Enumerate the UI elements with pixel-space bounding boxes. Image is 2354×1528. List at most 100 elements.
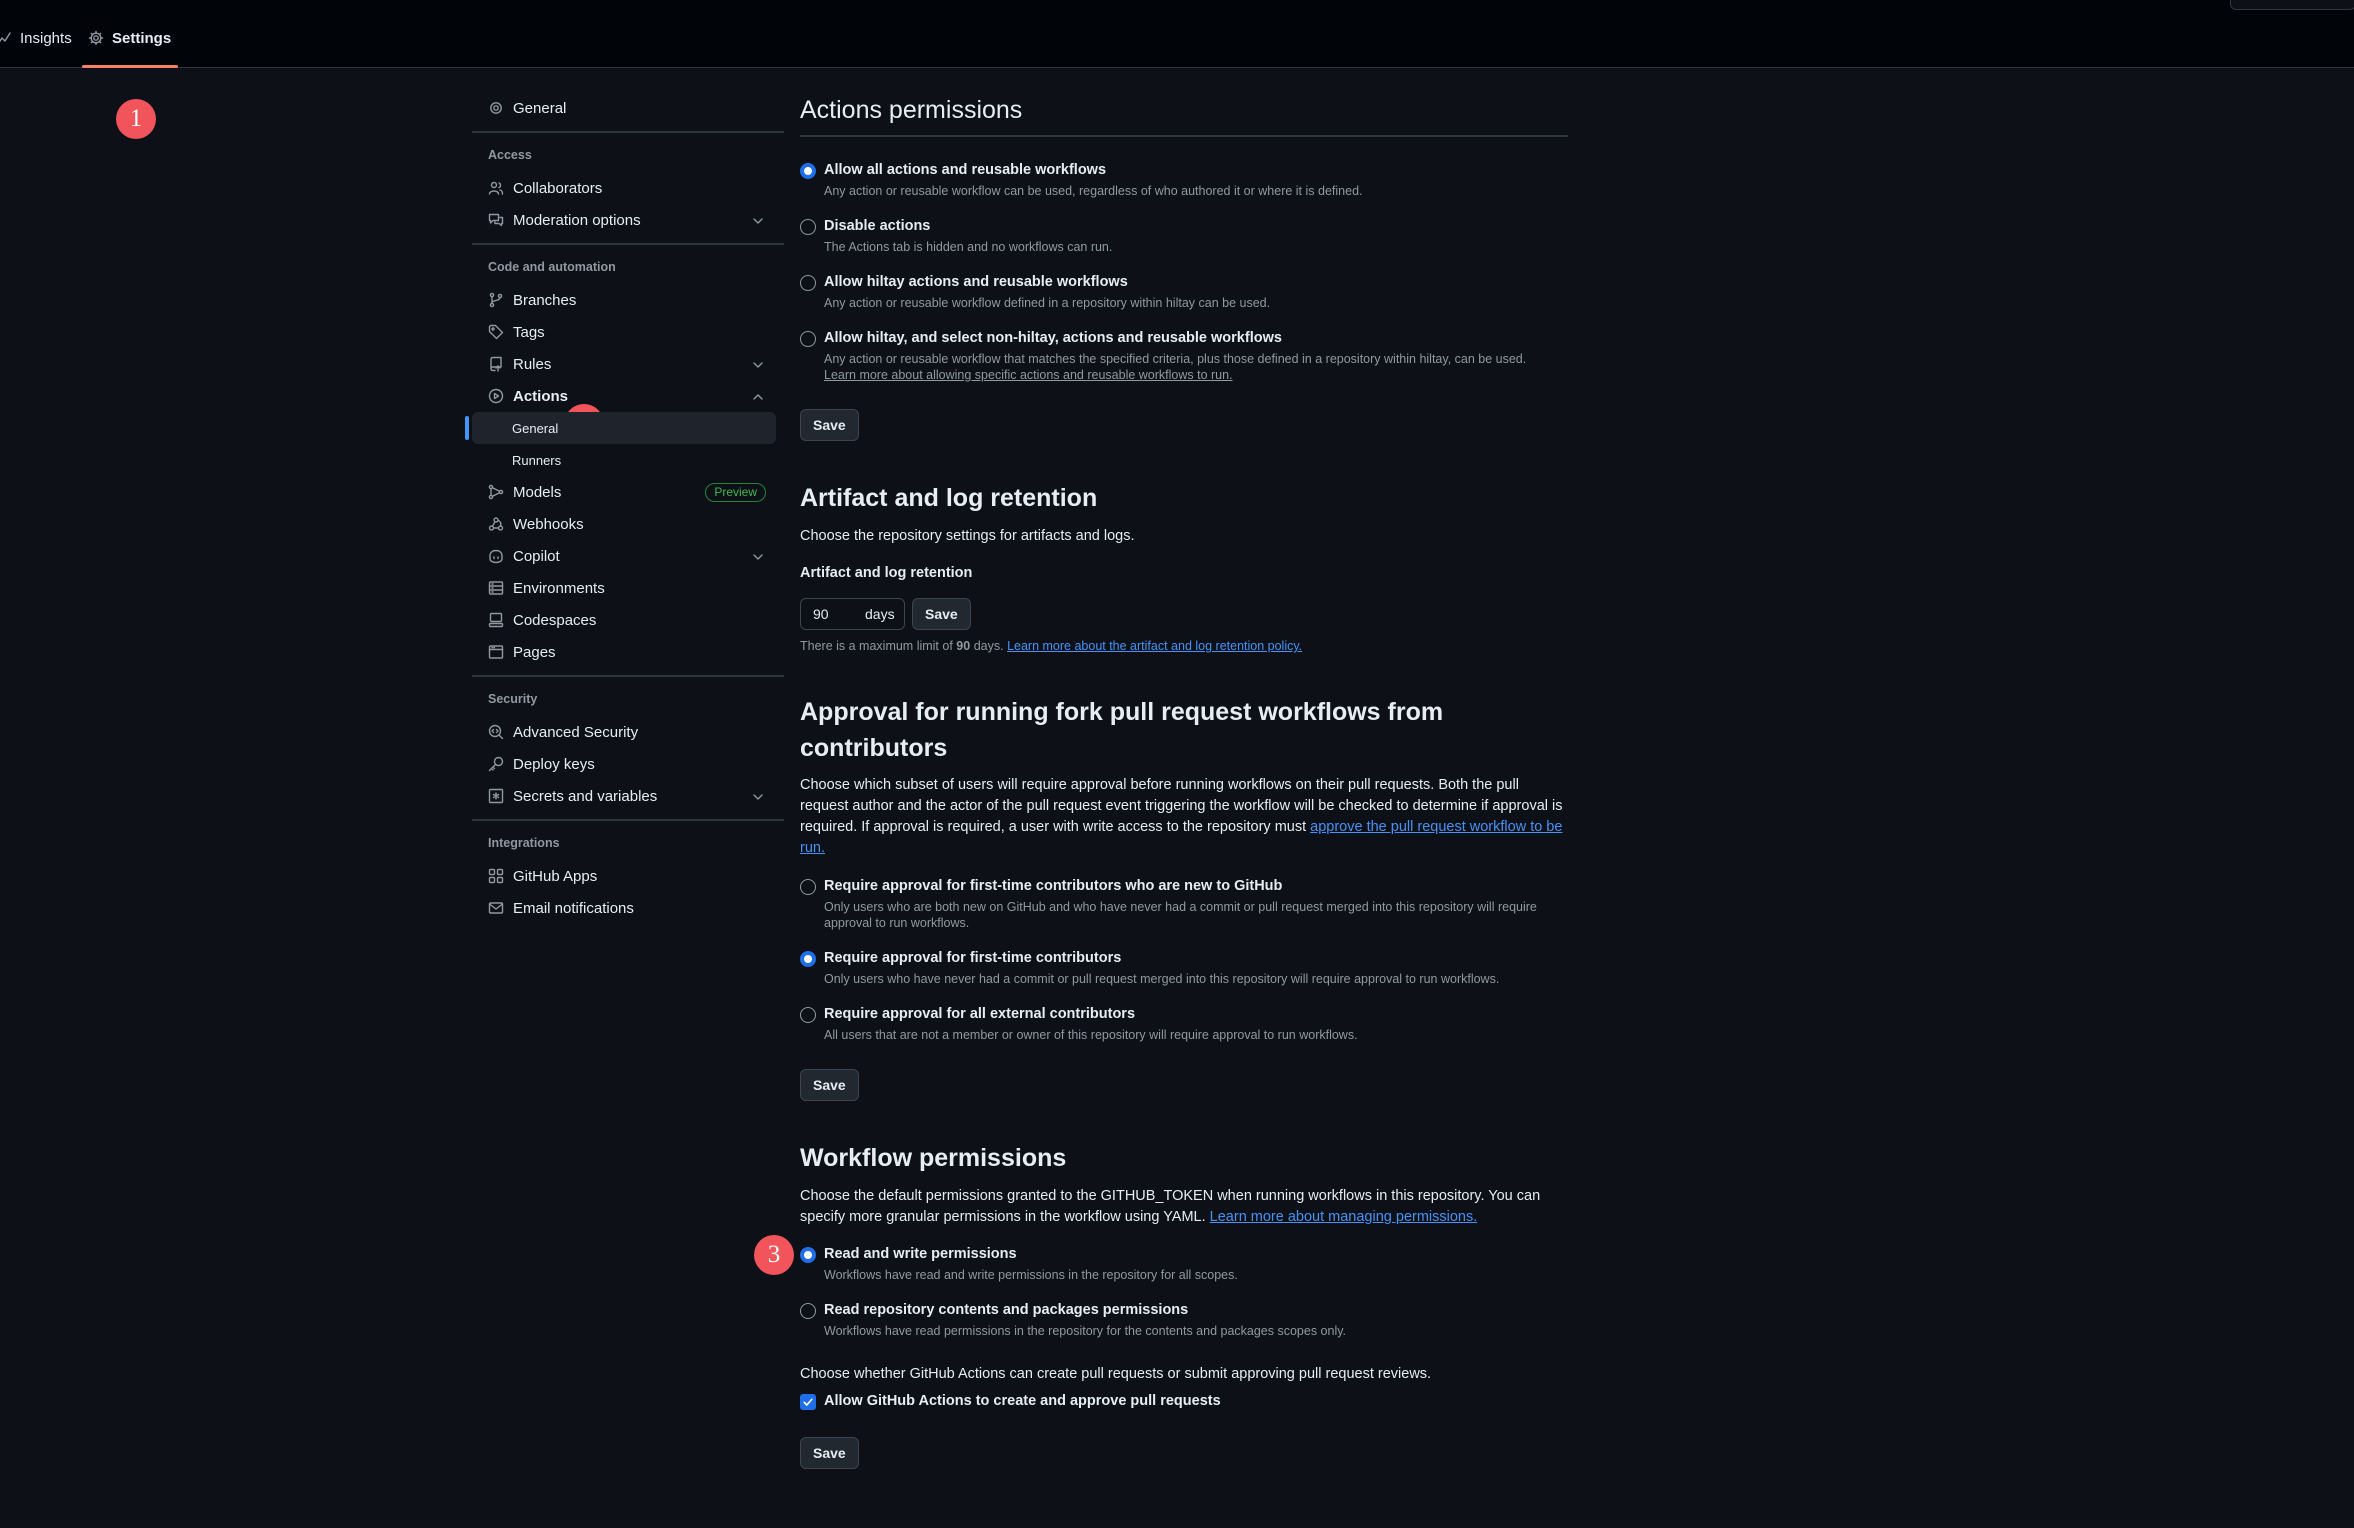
radio-button[interactable] xyxy=(800,951,816,967)
artifact-field-label: Artifact and log retention xyxy=(800,565,973,581)
pr-permission-description: Choose whether GitHub Actions can create… xyxy=(800,1366,1432,1382)
radio-description: Only users who are both new on GitHub an… xyxy=(824,900,1537,930)
codespaces-icon xyxy=(488,612,504,628)
workflow-description: Choose the default permissions granted t… xyxy=(800,1186,1570,1228)
tab-settings[interactable]: Settings xyxy=(82,30,178,68)
section-heading-integrations: Integrations xyxy=(488,836,560,850)
sidebar-item-label: Rules xyxy=(513,355,552,373)
retention-days-unit: days xyxy=(865,606,895,622)
sidebar-item-label: GitHub Apps xyxy=(513,867,598,885)
managing-permissions-link[interactable]: Learn more about managing permissions. xyxy=(1210,1209,1478,1225)
chevron-down-icon[interactable] xyxy=(750,549,766,565)
people-icon xyxy=(488,180,504,196)
save-button[interactable]: Save xyxy=(800,1069,859,1101)
section-heading-code-automation: Code and automation xyxy=(488,260,616,274)
radio-button[interactable] xyxy=(800,879,816,895)
sidebar-subitem-actions-runners[interactable]: Runners xyxy=(472,444,776,476)
apps-icon xyxy=(488,868,504,884)
save-button[interactable]: Save xyxy=(912,598,971,630)
radio-button[interactable] xyxy=(800,219,816,235)
radio-button[interactable] xyxy=(800,1007,816,1023)
radio-description: Any action or reusable workflow that mat… xyxy=(824,352,1527,366)
sidebar-item-pages[interactable]: Pages xyxy=(472,636,776,668)
sidebar-item-tags[interactable]: Tags xyxy=(472,316,776,348)
radio-description: Any action or reusable workflow can be u… xyxy=(824,184,1363,198)
note-text: There is a maximum limit of xyxy=(800,639,953,653)
chevron-down-icon[interactable] xyxy=(750,213,766,229)
radio-label: Require approval for first-time contribu… xyxy=(824,950,1122,966)
radio-description: Workflows have read permissions in the r… xyxy=(824,1324,1347,1338)
learn-more-link[interactable]: Learn more about allowing specific actio… xyxy=(824,367,1570,383)
sidebar-item-secrets[interactable]: Secrets and variables xyxy=(472,780,776,812)
secret-icon xyxy=(488,788,504,804)
sidebar-item-environments[interactable]: Environments xyxy=(472,572,776,604)
note-limit: 90 xyxy=(956,639,971,653)
retention-note: There is a maximum limit of 90 days. Lea… xyxy=(800,638,1570,654)
mail-icon xyxy=(488,900,504,916)
radio-description: Workflows have read and write permission… xyxy=(824,1268,1238,1282)
codescan-icon xyxy=(488,724,504,740)
gear-icon xyxy=(488,100,504,116)
chevron-up-icon[interactable] xyxy=(750,389,766,405)
radio-description: The Actions tab is hidden and no workflo… xyxy=(824,240,1113,254)
sidebar-item-label: Webhooks xyxy=(513,515,584,533)
checkbox-label: Allow GitHub Actions to create and appro… xyxy=(824,1393,1221,1409)
radio-button[interactable] xyxy=(800,275,816,291)
server-icon xyxy=(488,580,504,596)
radio-button[interactable] xyxy=(800,331,816,347)
git-branch-icon xyxy=(488,292,504,308)
sidebar-item-branches[interactable]: Branches xyxy=(472,284,776,316)
radio-label: Allow hiltay actions and reusable workfl… xyxy=(824,274,1128,290)
retention-days-value[interactable] xyxy=(813,606,865,622)
sidebar-item-email-notifications[interactable]: Email notifications xyxy=(472,892,776,924)
section-title-fork-approval: Approval for running fork pull request w… xyxy=(800,698,1444,762)
search-input[interactable] xyxy=(2230,0,2354,10)
sidebar-item-advanced-security[interactable]: Advanced Security xyxy=(472,716,776,748)
divider xyxy=(472,131,784,133)
artifact-description: Choose the repository settings for artif… xyxy=(800,528,1135,544)
sidebar-item-label: Branches xyxy=(513,291,577,309)
radio-button[interactable] xyxy=(800,1247,816,1263)
radio-button[interactable] xyxy=(800,1303,816,1319)
retention-days-input[interactable]: days xyxy=(800,598,905,630)
sidebar-item-label: General xyxy=(513,99,567,117)
sidebar-item-rules[interactable]: Rules xyxy=(472,348,776,380)
section-heading-access: Access xyxy=(488,148,532,162)
sidebar-item-actions[interactable]: Actions xyxy=(472,380,776,412)
sidebar-item-copilot[interactable]: Copilot xyxy=(472,540,776,572)
sidebar-item-label: Secrets and variables xyxy=(513,787,658,805)
sidebar-item-label: Models xyxy=(513,483,562,501)
sidebar-item-label: Email notifications xyxy=(513,899,634,917)
divider xyxy=(472,819,784,821)
annotation-badge-3: 3 xyxy=(754,1235,794,1275)
chevron-down-icon[interactable] xyxy=(750,789,766,805)
sidebar-item-label: Collaborators xyxy=(513,179,603,197)
sidebar-item-collaborators[interactable]: Collaborators xyxy=(472,172,776,204)
sidebar-item-label: Codespaces xyxy=(513,611,597,629)
radio-label: Allow all actions and reusable workflows xyxy=(824,162,1107,178)
sidebar-item-github-apps[interactable]: GitHub Apps xyxy=(472,860,776,892)
sidebar-item-label: Tags xyxy=(513,323,545,341)
sidebar-item-moderation[interactable]: Moderation options xyxy=(472,204,776,236)
sidebar-item-label: Actions xyxy=(513,387,569,405)
sidebar-item-codespaces[interactable]: Codespaces xyxy=(472,604,776,636)
sidebar-item-models[interactable]: Models Preview xyxy=(472,476,776,508)
radio-button[interactable] xyxy=(800,163,816,179)
retention-policy-link[interactable]: Learn more about the artifact and log re… xyxy=(1007,639,1302,653)
play-icon xyxy=(488,388,504,404)
section-title-workflow-permissions: Workflow permissions xyxy=(800,1144,1067,1172)
sidebar-item-deploy-keys[interactable]: Deploy keys xyxy=(472,748,776,780)
save-button[interactable]: Save xyxy=(800,1437,859,1469)
chevron-down-icon[interactable] xyxy=(750,357,766,373)
sidebar-item-webhooks[interactable]: Webhooks xyxy=(472,508,776,540)
sidebar-subitem-actions-general[interactable]: General xyxy=(465,412,776,444)
divider xyxy=(800,135,1568,137)
save-button[interactable]: Save xyxy=(800,409,859,441)
tab-insights[interactable]: Insights xyxy=(0,30,72,68)
radio-label: Allow hiltay, and select non-hiltay, act… xyxy=(824,330,1282,346)
tab-settings-label: Settings xyxy=(112,30,172,47)
key-icon xyxy=(488,756,504,772)
sidebar-item-general[interactable]: General xyxy=(472,92,776,124)
checkbox[interactable] xyxy=(800,1394,816,1410)
section-title-artifact-retention: Artifact and log retention xyxy=(800,484,1098,512)
